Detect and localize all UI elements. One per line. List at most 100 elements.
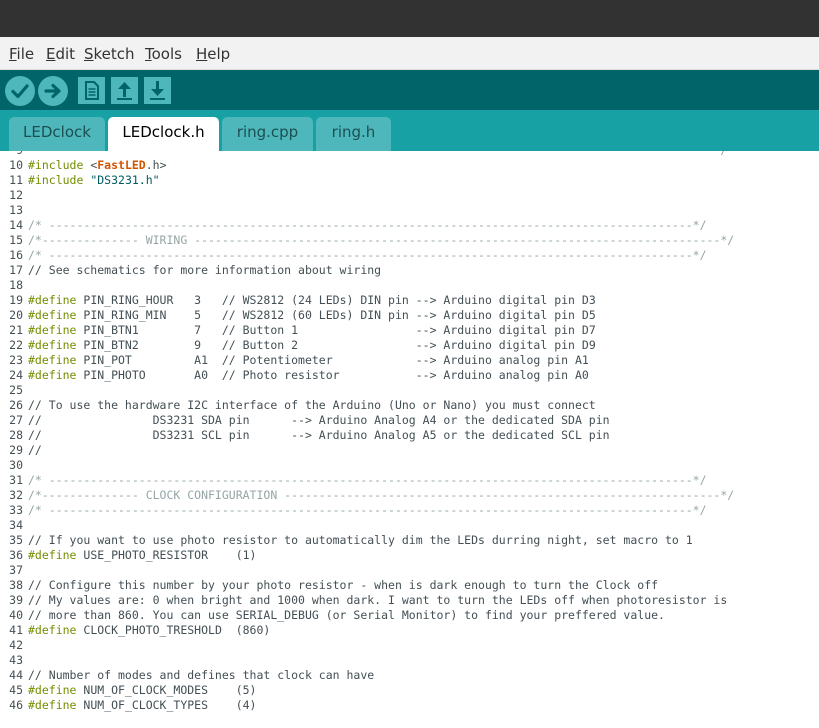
code-line: 15 /*-------------- WIRING --------------… bbox=[0, 233, 819, 248]
code-token: */ bbox=[28, 151, 727, 157]
menu-tools[interactable]: Tools bbox=[145, 45, 182, 63]
line-text: // more than 860. You can use SERIAL_DEB… bbox=[28, 608, 665, 623]
code-editor[interactable]: 9 */10#include <FastLED.h>11#include "DS… bbox=[0, 151, 819, 728]
code-line: 18 bbox=[0, 278, 819, 293]
line-number: 21 bbox=[9, 323, 23, 337]
code-token: // If you want to use photo resistor to … bbox=[28, 533, 693, 547]
code-token: NUM_OF_CLOCK_TYPES (4) bbox=[76, 698, 257, 712]
menu-sketch-label: ketch bbox=[93, 45, 135, 63]
line-text: // DS3231 SDA pin --> Arduino Analog A4 … bbox=[28, 413, 610, 428]
line-number: 25 bbox=[9, 383, 23, 397]
check-icon bbox=[11, 84, 29, 99]
code-token: CLOCK_PHOTO_TRESHOLD (860) bbox=[76, 623, 271, 637]
tab-ledclock-h[interactable]: LEDclock.h bbox=[108, 117, 219, 152]
line-number: 19 bbox=[9, 293, 23, 307]
line-number: 40 bbox=[9, 608, 23, 622]
code-line: 13 bbox=[0, 203, 819, 218]
code-token: #define bbox=[28, 338, 77, 352]
code-line: 25 bbox=[0, 383, 819, 398]
code-token: NUM_OF_CLOCK_MODES (5) bbox=[76, 683, 257, 697]
verify-button[interactable] bbox=[5, 76, 35, 106]
line-number: 17 bbox=[9, 263, 23, 277]
menu-file-label: ile bbox=[16, 45, 35, 63]
menu-edit-label: dit bbox=[55, 45, 76, 63]
window-titlebar bbox=[0, 0, 819, 37]
code-token: #define bbox=[28, 683, 77, 697]
tab-ring-cpp[interactable]: ring.cpp bbox=[222, 117, 313, 151]
line-text: #define PIN_BTN2 9 // Button 2 --> Ardui… bbox=[28, 338, 596, 353]
code-line: 19 #define PIN_RING_HOUR 3 // WS2812 (24 … bbox=[0, 293, 819, 308]
code-line: 26 // To use the hardware I2C interface o… bbox=[0, 398, 819, 413]
code-line: 11 #include "DS3231.h" bbox=[0, 173, 819, 188]
upload-button[interactable] bbox=[38, 76, 68, 106]
menu-file-mnemonic: F bbox=[9, 45, 17, 63]
code-token: #include bbox=[28, 173, 84, 187]
open-button[interactable] bbox=[111, 77, 138, 104]
line-text: #define PIN_POT A1 // Potentiometer --> … bbox=[28, 353, 589, 368]
line-text: /*-------------- WIRING ----------------… bbox=[28, 233, 734, 248]
menu-help-label: elp bbox=[207, 45, 231, 63]
line-text: #define PIN_RING_MIN 5 // WS2812 (60 LED… bbox=[28, 308, 596, 323]
line-number: 31 bbox=[9, 473, 23, 487]
line-number: 27 bbox=[9, 413, 23, 427]
menu-sketch[interactable]: Sketch bbox=[84, 45, 135, 63]
line-number: 43 bbox=[9, 653, 23, 667]
code-token: /* -------------------------------------… bbox=[28, 218, 707, 232]
code-line: 31 /* -----------------------------------… bbox=[0, 473, 819, 488]
menu-tools-label: ools bbox=[151, 45, 182, 63]
code-line: 30 bbox=[0, 458, 819, 473]
code-token: // My values are: 0 when bright and 1000… bbox=[28, 593, 728, 607]
line-text: // If you want to use photo resistor to … bbox=[28, 533, 693, 548]
line-number: 45 bbox=[9, 683, 23, 697]
code-token: #define bbox=[28, 368, 77, 382]
line-number: 37 bbox=[9, 563, 23, 577]
menu-edit[interactable]: Edit bbox=[46, 45, 75, 63]
save-button[interactable] bbox=[144, 77, 171, 104]
tab-ring-h[interactable]: ring.h bbox=[316, 117, 391, 151]
menu-bar: File Edit Sketch Tools Help bbox=[0, 37, 819, 70]
code-line: 24 #define PIN_PHOTO A0 // Photo resistor… bbox=[0, 368, 819, 383]
line-number: 41 bbox=[9, 623, 23, 637]
line-text: // Number of modes and defines that cloc… bbox=[28, 668, 374, 683]
line-number: 34 bbox=[9, 518, 23, 532]
line-number: 36 bbox=[9, 548, 23, 562]
code-line: 16 /* -----------------------------------… bbox=[0, 248, 819, 263]
menu-help[interactable]: Help bbox=[196, 45, 230, 63]
menu-tools-mnemonic: T bbox=[145, 45, 152, 63]
code-line: 21 #define PIN_BTN1 7 // Button 1 --> Ard… bbox=[0, 323, 819, 338]
code-line: 36 #define USE_PHOTO_RESISTOR (1) bbox=[0, 548, 819, 563]
code-token: /* -------------------------------------… bbox=[28, 503, 707, 517]
line-text: #define CLOCK_PHOTO_TRESHOLD (860) bbox=[28, 623, 270, 638]
code-line: 33 /* -----------------------------------… bbox=[0, 503, 819, 518]
menu-sketch-mnemonic: S bbox=[84, 45, 94, 63]
code-token: #define bbox=[28, 548, 77, 562]
line-number: 30 bbox=[9, 458, 23, 472]
code-token: PIN_PHOTO A0 // Photo resistor --> Ardui… bbox=[76, 368, 589, 382]
code-line: 43 bbox=[0, 653, 819, 668]
code-token: #define bbox=[28, 623, 77, 637]
line-text: /* -------------------------------------… bbox=[28, 503, 707, 518]
code-token: PIN_POT A1 // Potentiometer --> Arduino … bbox=[76, 353, 589, 367]
code-token: // DS3231 SDA pin --> Arduino Analog A4 … bbox=[28, 413, 610, 427]
line-number: 32 bbox=[9, 488, 23, 502]
code-line: 41 #define CLOCK_PHOTO_TRESHOLD (860) bbox=[0, 623, 819, 638]
line-text: /*-------------- CLOCK CONFIGURATION ---… bbox=[28, 488, 734, 503]
code-token: /* -------------------------------------… bbox=[28, 473, 707, 487]
line-number: 38 bbox=[9, 578, 23, 592]
arrow-down-icon bbox=[150, 81, 165, 100]
new-button[interactable] bbox=[78, 77, 105, 104]
line-number: 18 bbox=[9, 278, 23, 292]
line-number: 16 bbox=[9, 248, 23, 262]
line-number: 9 bbox=[0, 151, 23, 158]
code-line: 37 bbox=[0, 563, 819, 578]
code-token: // bbox=[28, 443, 42, 457]
tab-ledclock[interactable]: LEDclock bbox=[9, 117, 105, 151]
line-number: 23 bbox=[9, 353, 23, 367]
code-token: #define bbox=[28, 698, 77, 712]
line-number: 12 bbox=[9, 188, 23, 202]
line-number: 28 bbox=[9, 428, 23, 442]
code-token: /* -------------------------------------… bbox=[28, 248, 707, 262]
line-text: #define PIN_BTN1 7 // Button 1 --> Ardui… bbox=[28, 323, 596, 338]
code-line: 34 bbox=[0, 518, 819, 533]
menu-file[interactable]: File bbox=[9, 45, 34, 63]
